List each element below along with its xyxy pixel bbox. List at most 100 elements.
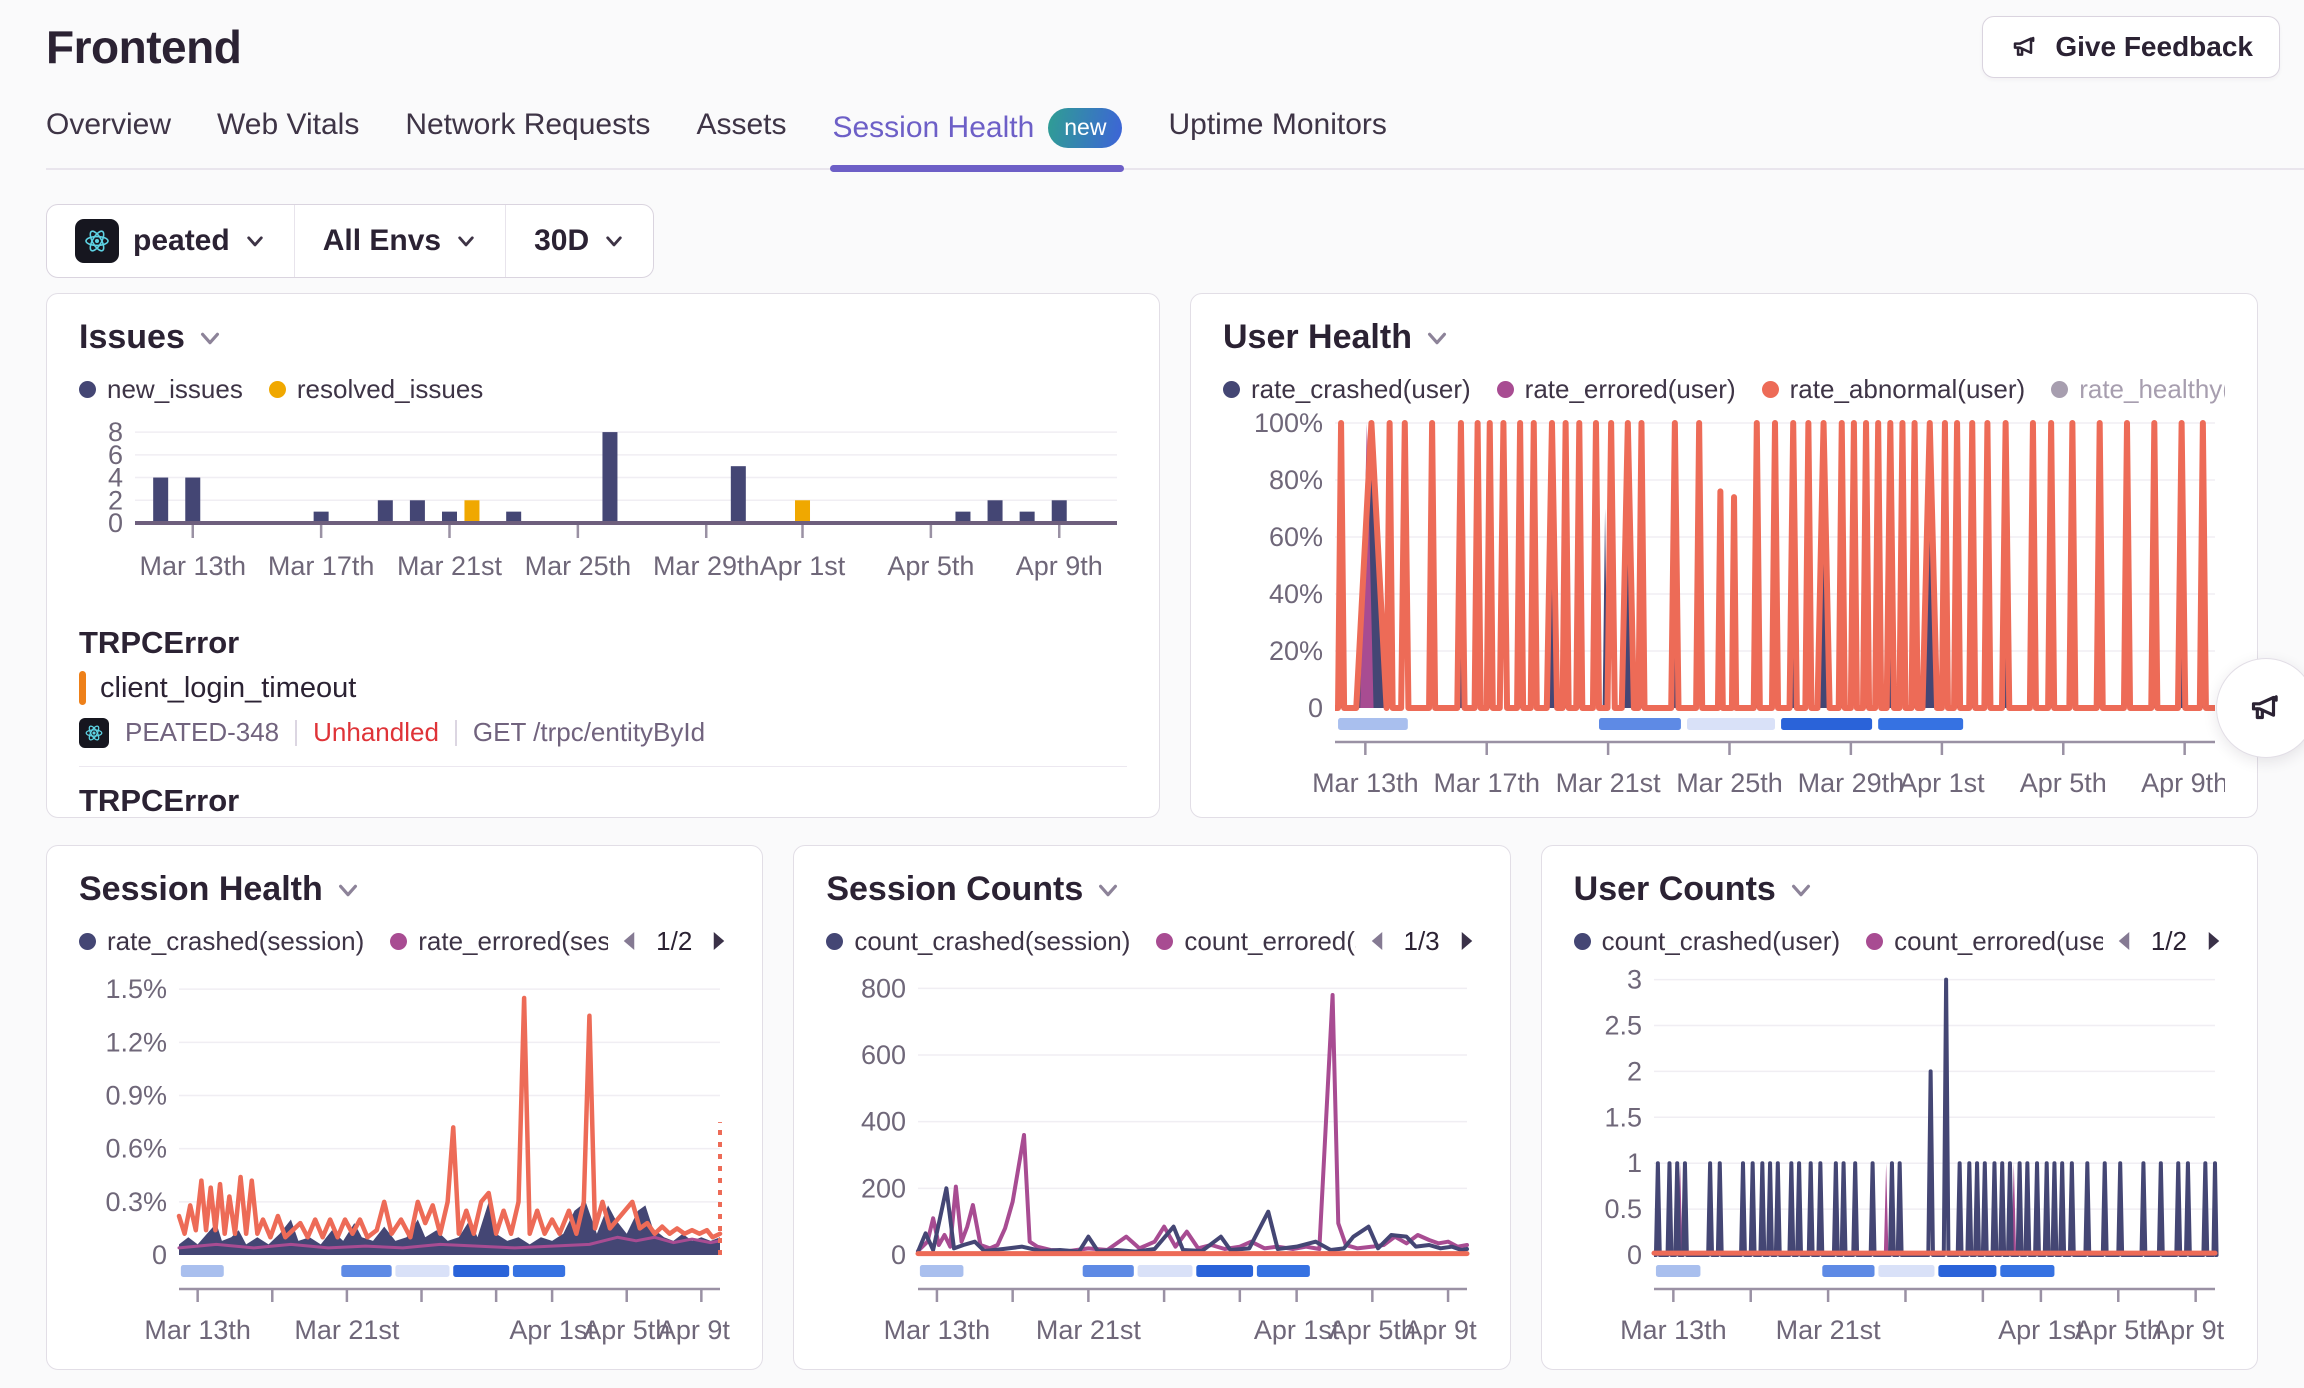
svg-text:Mar 21st: Mar 21st	[1775, 1315, 1881, 1345]
session-counts-chart[interactable]: 8006004002000Mar 13thMar 21stApr 1stApr …	[826, 965, 1477, 1365]
svg-text:800: 800	[861, 973, 906, 1003]
legend-item[interactable]: count_crashed(user)	[1574, 926, 1840, 957]
svg-text:Mar 21st: Mar 21st	[1036, 1315, 1142, 1345]
svg-text:Mar 13th: Mar 13th	[139, 551, 246, 581]
issues-chart-svg: 02468Mar 13thMar 17thMar 21stMar 25thMar…	[79, 413, 1127, 603]
svg-text:Apr 9th: Apr 9th	[658, 1315, 730, 1345]
legend-item[interactable]: rate_healthy(user)	[2051, 374, 2225, 405]
project-selector-value: peated	[133, 224, 230, 258]
svg-text:Mar 13th: Mar 13th	[1620, 1315, 1727, 1345]
legend-item[interactable]: resolved_issues	[269, 374, 483, 405]
tab-overview[interactable]: Overview	[46, 108, 171, 164]
give-feedback-button[interactable]: Give Feedback	[1982, 16, 2280, 78]
page-indicator: 1/2	[2151, 926, 2187, 957]
legend-item[interactable]: rate_errored(session)	[390, 926, 608, 957]
issue-title-link[interactable]: TRPCError	[79, 625, 1127, 661]
issue-culprit: client_login_timeout	[100, 672, 356, 705]
svg-text:Apr 5th: Apr 5th	[2020, 768, 2107, 798]
svg-text:Mar 17th: Mar 17th	[1433, 768, 1540, 798]
date-range-selector-value: 30D	[534, 224, 589, 258]
page-next-icon[interactable]	[708, 929, 730, 953]
environment-selector[interactable]: All Envs	[294, 205, 505, 277]
svg-text:1: 1	[1627, 1148, 1642, 1178]
page-next-icon[interactable]	[2203, 929, 2225, 953]
svg-text:Mar 13th: Mar 13th	[144, 1315, 251, 1345]
chevron-down-icon[interactable]	[1788, 877, 1814, 903]
svg-text:Apr 1st: Apr 1st	[1899, 768, 1985, 798]
svg-text:60%: 60%	[1269, 522, 1323, 552]
svg-text:1.5: 1.5	[1604, 1102, 1642, 1132]
issues-bar-chart[interactable]: 02468Mar 13thMar 17thMar 21stMar 25thMar…	[79, 413, 1127, 603]
legend-dot	[79, 381, 96, 398]
svg-text:Mar 13th: Mar 13th	[884, 1315, 991, 1345]
user-health-chart[interactable]: 100%80%60%40%20%0Mar 13thMar 17thMar 21s…	[1223, 413, 2225, 818]
svg-text:0.3%: 0.3%	[105, 1187, 167, 1217]
chevron-down-icon[interactable]	[335, 877, 361, 903]
error-level-bar	[79, 671, 86, 705]
user-health-panel-title: User Health	[1223, 318, 1412, 357]
user-health-panel: User Health rate_crashed(user) rate_erro…	[1190, 293, 2258, 818]
chevron-down-icon	[603, 230, 625, 252]
page-next-icon[interactable]	[1456, 929, 1478, 953]
legend-pagination: 1/2	[618, 926, 730, 957]
react-project-icon	[75, 219, 119, 263]
issue-short-id: PEATED-348	[125, 717, 279, 748]
page-prev-icon[interactable]	[1366, 929, 1388, 953]
legend-dot	[269, 381, 286, 398]
legend-item[interactable]: count_errored(session)	[1156, 926, 1355, 957]
page-prev-icon[interactable]	[618, 929, 640, 953]
page-prev-icon[interactable]	[2113, 929, 2135, 953]
tab-session-health[interactable]: Session Health new	[832, 108, 1122, 170]
session-counts-legend: count_crashed(session) count_errored(ses…	[826, 926, 1355, 957]
give-feedback-label: Give Feedback	[2055, 31, 2253, 63]
svg-text:0: 0	[891, 1240, 906, 1270]
svg-text:Mar 25th: Mar 25th	[1676, 768, 1783, 798]
session-health-panel: Session Health rate_crashed(session) rat…	[46, 845, 763, 1370]
legend-item[interactable]: rate_abnormal(user)	[1762, 374, 2026, 405]
legend-item[interactable]: count_crashed(session)	[826, 926, 1130, 957]
legend-item[interactable]: rate_crashed(session)	[79, 926, 364, 957]
svg-text:40%: 40%	[1269, 579, 1323, 609]
divider	[455, 720, 457, 746]
legend-item[interactable]: count_errored(user)	[1866, 926, 2103, 957]
tab-uptime-monitors[interactable]: Uptime Monitors	[1168, 108, 1386, 164]
unhandled-badge: Unhandled	[313, 717, 439, 748]
project-selector[interactable]: peated	[47, 205, 294, 277]
svg-text:0.6%: 0.6%	[105, 1134, 167, 1164]
svg-text:0.5: 0.5	[1604, 1194, 1642, 1224]
react-project-icon	[79, 718, 109, 748]
tab-network-requests[interactable]: Network Requests	[405, 108, 650, 164]
tab-assets[interactable]: Assets	[696, 108, 786, 164]
chevron-down-icon[interactable]	[197, 325, 223, 351]
user-counts-chart[interactable]: 32.521.510.50Mar 13thMar 21stApr 1stApr …	[1574, 965, 2225, 1365]
date-range-selector[interactable]: 30D	[505, 205, 653, 277]
new-badge: new	[1048, 108, 1122, 148]
svg-text:8: 8	[108, 417, 123, 447]
legend-pagination: 1/3	[1366, 926, 1478, 957]
session-health-chart[interactable]: 1.5%1.2%0.9%0.6%0.3%0Mar 13thMar 21stApr…	[79, 965, 730, 1365]
svg-text:1.5%: 1.5%	[105, 974, 167, 1004]
user_health-chart-svg: 100%80%60%40%20%0Mar 13thMar 17thMar 21s…	[1223, 413, 2225, 818]
frontend-insights-page: Frontend Give Feedback Overview Web Vita…	[0, 0, 2304, 1388]
svg-text:0: 0	[1308, 693, 1323, 723]
issue-title-link[interactable]: TRPCError	[79, 783, 1127, 818]
svg-text:Mar 29th: Mar 29th	[653, 551, 760, 581]
legend-item[interactable]: rate_crashed(user)	[1223, 374, 1471, 405]
svg-text:Mar 17th: Mar 17th	[268, 551, 375, 581]
tab-web-vitals[interactable]: Web Vitals	[217, 108, 359, 164]
page-indicator: 1/2	[656, 926, 692, 957]
legend-item[interactable]: new_issues	[79, 374, 243, 405]
svg-text:Apr 1st: Apr 1st	[760, 551, 846, 581]
svg-text:Apr 1st: Apr 1st	[1998, 1315, 2084, 1345]
session-counts-panel: Session Counts count_crashed(session) co…	[793, 845, 1510, 1370]
chevron-down-icon[interactable]	[1095, 877, 1121, 903]
chevron-down-icon[interactable]	[1424, 325, 1450, 351]
svg-text:Apr 5th: Apr 5th	[887, 551, 974, 581]
legend-item[interactable]: rate_errored(user)	[1497, 374, 1736, 405]
svg-text:Mar 29th: Mar 29th	[1798, 768, 1905, 798]
top-panels-row: Issues new_issues resolved_issues 02468M…	[46, 293, 2258, 818]
svg-text:400: 400	[861, 1107, 906, 1137]
svg-text:Apr 9th: Apr 9th	[2141, 768, 2225, 798]
user_counts-chart-svg: 32.521.510.50Mar 13thMar 21stApr 1stApr …	[1574, 965, 2225, 1365]
legend-pagination: 1/2	[2113, 926, 2225, 957]
